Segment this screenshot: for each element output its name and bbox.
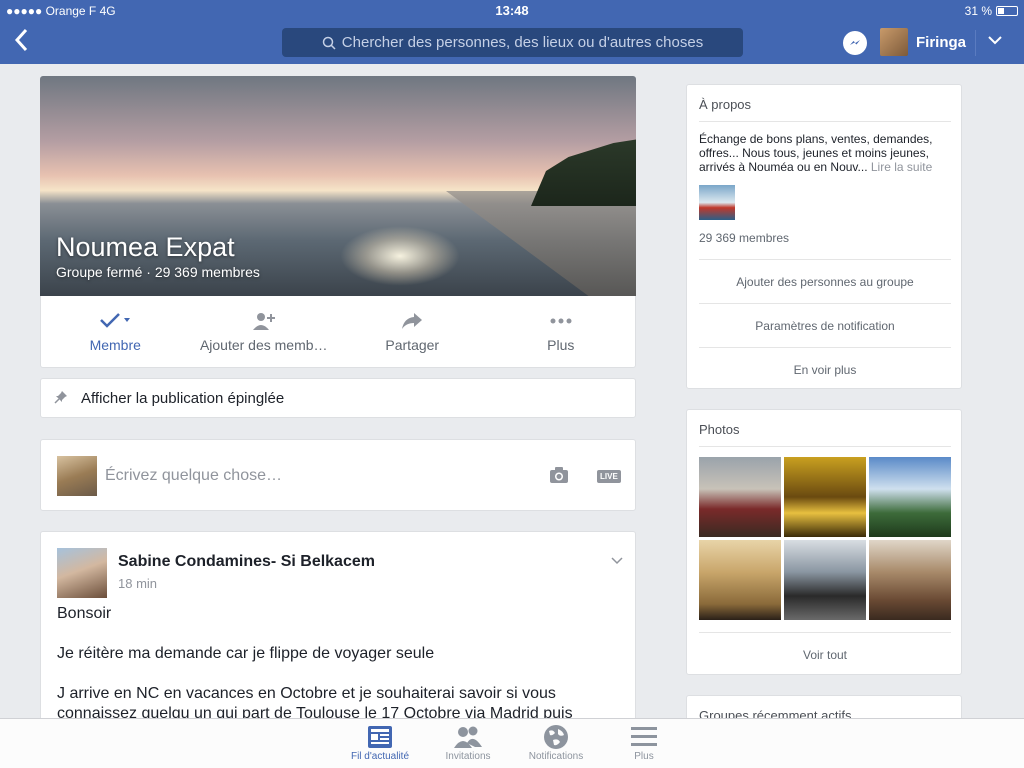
post-options-button[interactable]: [611, 552, 623, 568]
group-subtitle: Groupe fermé · 29 369 membres: [56, 264, 260, 280]
post-paragraph: Je réitère ma demande car je flippe de v…: [57, 645, 435, 662]
messenger-icon: [850, 40, 860, 45]
post-paragraph: Bonsoir: [57, 605, 112, 622]
photo-tile[interactable]: [784, 540, 866, 620]
status-bar: ●●●●● Orange F 4G 13:48 31 %: [0, 0, 1024, 22]
search-placeholder: Chercher des personnes, des lieux ou d'a…: [341, 34, 704, 51]
photo-tile[interactable]: [699, 457, 781, 537]
photos-heading: Photos: [699, 422, 740, 437]
about-heading: À propos: [699, 97, 752, 112]
search-input[interactable]: Chercher des personnes, des lieux ou d'a…: [282, 28, 743, 57]
top-bar: ●●●●● Orange F 4G 13:48 31 % Chercher de…: [0, 0, 1024, 64]
battery-percent: 31 %: [964, 4, 992, 18]
account-menu-button[interactable]: [988, 32, 1002, 50]
author-avatar[interactable]: [57, 548, 107, 598]
notification-settings-link[interactable]: Paramètres de notification: [699, 303, 951, 347]
more-label: Plus: [547, 336, 575, 353]
divider: [699, 632, 951, 633]
pinned-label: Afficher la publication épinglée: [81, 389, 285, 407]
group-cover-photo[interactable]: Noumea Expat Groupe fermé · 29 369 membr…: [40, 76, 636, 296]
battery-icon: [996, 6, 1018, 16]
share-label: Partager: [385, 336, 440, 353]
post-body: Bonsoir Je réitère ma demande car je fli…: [57, 604, 627, 730]
divider: [975, 30, 976, 56]
tab-invitations[interactable]: Invitations: [428, 723, 508, 762]
share-button[interactable]: Partager: [338, 296, 487, 367]
profile-name[interactable]: Firinga: [916, 34, 966, 51]
more-icon: [549, 311, 573, 331]
nav-row: Chercher des personnes, des lieux ou d'a…: [0, 22, 1024, 64]
photo-tile[interactable]: [784, 457, 866, 537]
see-all-photos-link[interactable]: Voir tout: [699, 648, 951, 662]
photo-tile[interactable]: [699, 540, 781, 620]
battery-indicator: 31 %: [965, 4, 1018, 18]
pin-icon: [41, 390, 81, 407]
add-members-label: Ajouter des memb…: [199, 336, 328, 353]
tab-more[interactable]: Plus: [604, 723, 684, 762]
news-feed-icon: [340, 723, 420, 751]
feed-post: Sabine Condamines- Si Belkacem 18 min Bo…: [40, 531, 636, 731]
tab-label: Fil d'actualité: [350, 751, 410, 762]
tab-label: Notifications: [528, 751, 584, 762]
add-person-icon: [252, 311, 276, 331]
member-button[interactable]: Membre: [41, 296, 190, 367]
about-description: Échange de bons plans, ventes, demandes,…: [699, 132, 954, 174]
divider: [699, 121, 951, 122]
chevron-left-icon: [14, 28, 28, 52]
photo-tile[interactable]: [869, 540, 951, 620]
post-author[interactable]: Sabine Condamines- Si Belkacem: [118, 553, 375, 571]
composer-avatar: [57, 456, 97, 496]
bottom-tab-bar: Fil d'actualité Invitations Notification…: [0, 718, 1024, 768]
photo-grid: [699, 457, 951, 620]
friends-icon: [428, 723, 508, 751]
chevron-down-icon: [611, 557, 623, 565]
back-button[interactable]: [14, 28, 28, 56]
cover-beach: [446, 191, 636, 296]
menu-icon: [604, 723, 684, 751]
tab-label: Plus: [634, 751, 654, 762]
clock: 13:48: [495, 3, 529, 18]
globe-icon: [516, 723, 596, 751]
post-timestamp[interactable]: 18 min: [118, 576, 157, 591]
tab-news-feed[interactable]: Fil d'actualité: [340, 723, 420, 762]
search-icon: [322, 36, 336, 50]
live-button[interactable]: LIVE: [597, 470, 621, 483]
pinned-post-link[interactable]: Afficher la publication épinglée: [40, 378, 636, 418]
share-icon: [401, 311, 423, 331]
messenger-button[interactable]: [843, 31, 867, 55]
read-more-link[interactable]: Lire la suite: [871, 160, 932, 174]
divider: [699, 446, 951, 447]
member-label: Membre: [89, 336, 141, 353]
photo-tile[interactable]: [869, 457, 951, 537]
see-more-link[interactable]: En voir plus: [699, 347, 951, 391]
camera-icon[interactable]: [549, 466, 569, 489]
member-count: 29 369 membres: [699, 231, 790, 245]
cover-sun: [340, 226, 460, 286]
tab-label: Invitations: [445, 751, 491, 762]
post-composer[interactable]: Écrivez quelque chose… LIVE: [40, 439, 636, 511]
check-icon: [99, 311, 131, 331]
add-members-button[interactable]: Ajouter des memb…: [190, 296, 339, 367]
group-actions: Membre Ajouter des memb… Partager Plus: [40, 296, 636, 368]
composer-input[interactable]: Écrivez quelque chose…: [105, 467, 282, 485]
chevron-down-icon: [988, 36, 1002, 45]
tab-notifications[interactable]: Notifications: [516, 723, 596, 762]
add-people-link[interactable]: Ajouter des personnes au groupe: [699, 259, 951, 303]
group-name: Noumea Expat: [56, 232, 235, 262]
about-card: À propos Échange de bons plans, ventes, …: [686, 84, 962, 389]
profile-avatar[interactable]: [880, 28, 908, 56]
more-button[interactable]: Plus: [487, 296, 636, 367]
about-thumbnail[interactable]: [699, 185, 735, 220]
photos-card: Photos Voir tout: [686, 409, 962, 675]
